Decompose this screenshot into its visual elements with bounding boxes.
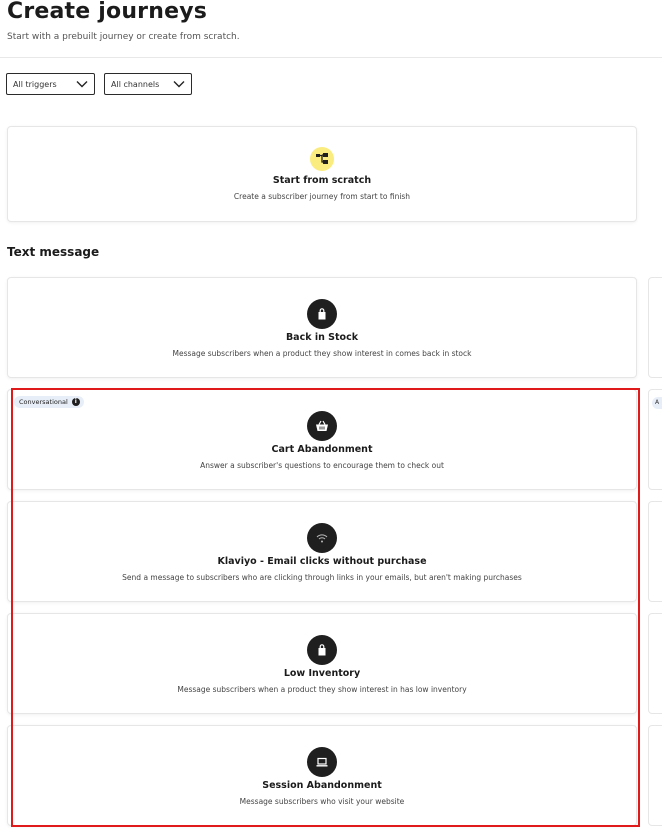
chevron-down-icon	[173, 81, 185, 88]
next-column-card-partial[interactable]	[648, 501, 662, 602]
header-divider	[0, 57, 662, 58]
shopping-bag-icon	[307, 299, 337, 329]
channels-filter-dropdown[interactable]: All channels	[104, 73, 192, 95]
scratch-card-description: Create a subscriber journey from start t…	[233, 192, 411, 201]
page-title: Create journeys	[7, 0, 208, 24]
next-column-card-partial[interactable]	[648, 613, 662, 714]
channels-filter-label: All channels	[111, 79, 160, 89]
laptop-icon	[307, 747, 337, 777]
journey-card-back-in-stock[interactable]: Back in Stock Message subscribers when a…	[7, 277, 637, 378]
journey-card-title: Session Abandonment	[262, 780, 382, 791]
info-icon[interactable]: i	[71, 398, 80, 406]
journey-card-description: Message subscribers who visit your websi…	[239, 797, 405, 806]
next-column-card-partial[interactable]	[648, 277, 662, 378]
shopping-basket-icon	[307, 411, 337, 441]
journey-card-description: Send a message to subscribers who are cl…	[122, 573, 522, 582]
journey-card-low-inventory[interactable]: Low Inventory Message subscribers when a…	[7, 613, 637, 714]
badge-label: Conversational	[19, 398, 68, 406]
scratch-card-title: Start from scratch	[272, 175, 372, 186]
journey-card-title: Low Inventory	[283, 668, 361, 679]
shopping-bag-icon	[307, 635, 337, 665]
triggers-filter-label: All triggers	[13, 79, 57, 89]
journey-card-title: Back in Stock	[285, 332, 359, 343]
chevron-down-icon	[76, 81, 88, 88]
page-subtitle: Start with a prebuilt journey or create …	[7, 32, 240, 42]
create-journeys-page: Create journeys Start with a prebuilt jo…	[0, 0, 662, 840]
next-column-badge-partial: A	[652, 397, 662, 409]
journey-card-description: Message subscribers when a product they …	[172, 349, 472, 358]
section-title-text-message: Text message	[7, 245, 100, 259]
journey-card-description: Answer a subscriber's questions to encou…	[200, 461, 444, 470]
flow-icon	[310, 147, 334, 171]
journey-card-cart-abandonment[interactable]: Cart Abandonment Answer a subscriber's q…	[7, 389, 637, 490]
journey-card-session-abandonment[interactable]: Session Abandonment Message subscribers …	[7, 725, 637, 826]
journey-card-klaviyo-email-clicks[interactable]: Klaviyo - Email clicks without purchase …	[7, 501, 637, 602]
conversational-badge: Conversational i	[14, 396, 84, 408]
triggers-filter-dropdown[interactable]: All triggers	[6, 73, 95, 95]
journey-card-title: Cart Abandonment	[271, 444, 373, 455]
journey-card-title: Klaviyo - Email clicks without purchase	[217, 556, 427, 567]
start-from-scratch-card[interactable]: Start from scratch Create a subscriber j…	[7, 126, 637, 222]
email-signal-icon	[307, 523, 337, 553]
journey-card-description: Message subscribers when a product they …	[177, 685, 467, 694]
next-column-card-partial[interactable]	[648, 725, 662, 826]
